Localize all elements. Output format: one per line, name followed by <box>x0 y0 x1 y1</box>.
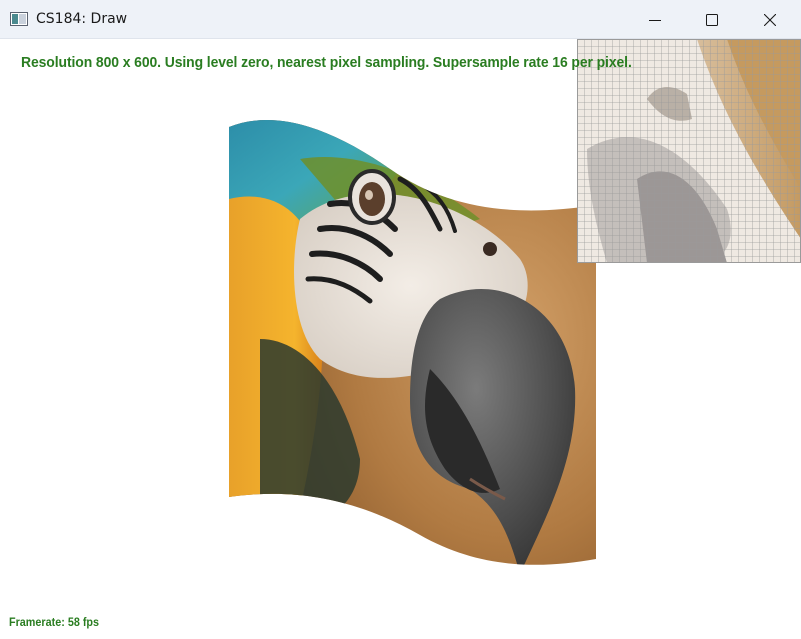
minimize-button[interactable] <box>627 0 683 39</box>
minimize-icon <box>649 19 661 21</box>
framerate-text: Framerate: 58 fps <box>9 615 100 629</box>
render-info-text: Resolution 800 x 600. Using level zero, … <box>21 54 632 71</box>
app-window-icon <box>10 12 28 26</box>
title-bar[interactable]: CS184: Draw <box>0 0 801 39</box>
pixel-zoom-inset <box>577 39 801 263</box>
render-canvas[interactable]: Resolution 800 x 600. Using level zero, … <box>0 39 801 639</box>
maximize-button[interactable] <box>684 0 740 39</box>
close-button[interactable] <box>742 0 798 39</box>
window-title: CS184: Draw <box>36 11 128 27</box>
close-icon <box>764 13 776 26</box>
maximize-icon <box>706 13 718 26</box>
